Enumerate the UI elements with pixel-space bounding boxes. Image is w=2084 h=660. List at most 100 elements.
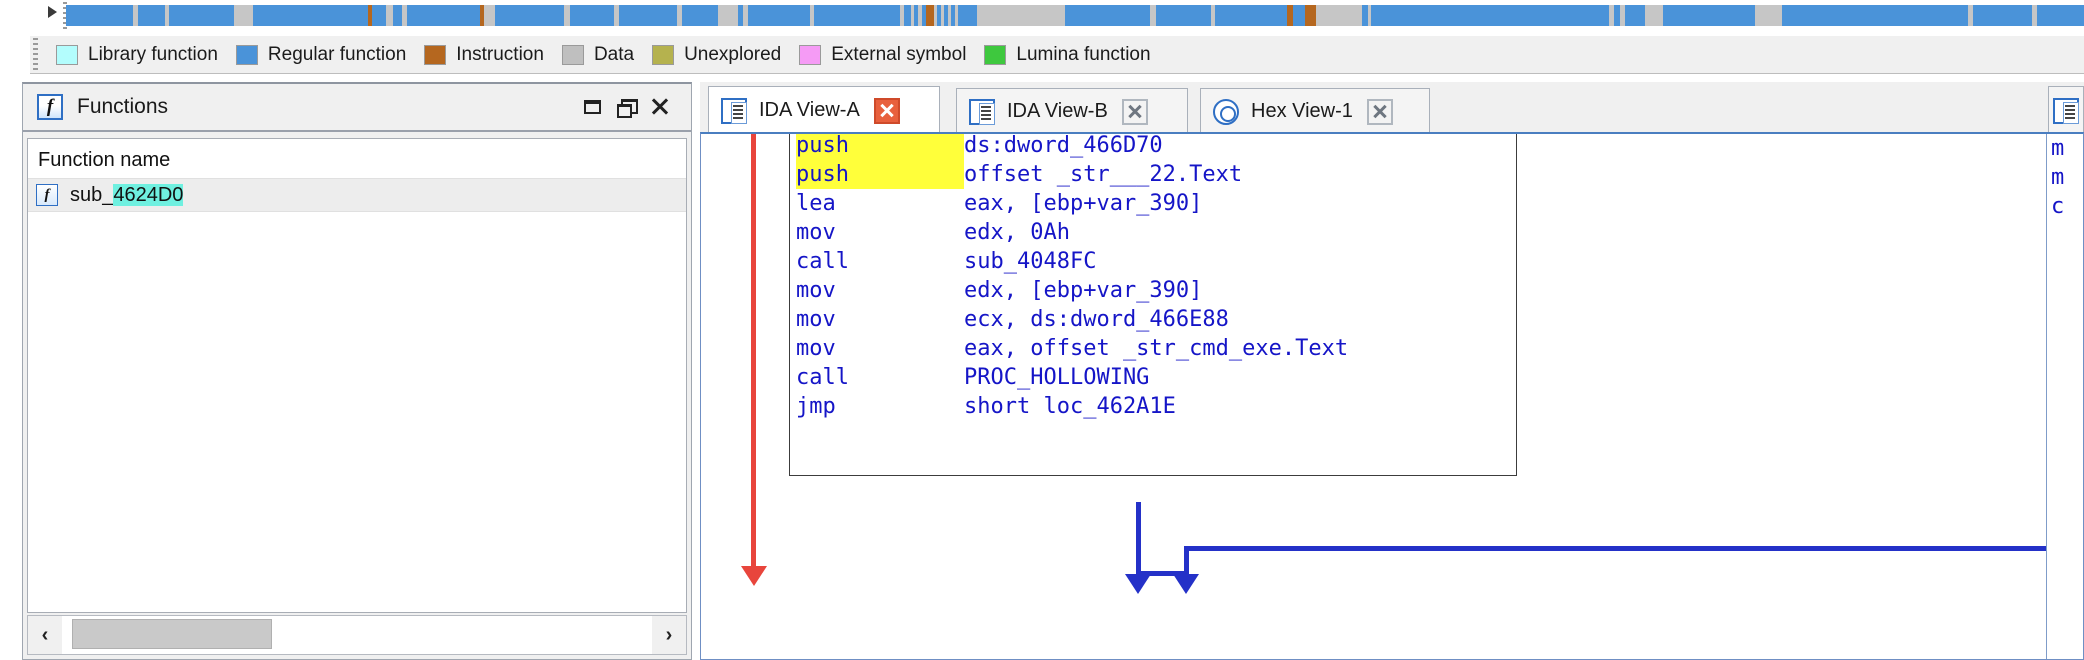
function-f-icon: f [36,184,58,206]
navband-segment[interactable] [747,5,811,26]
function-list-row[interactable]: f sub_4624D0 [28,178,686,212]
navband-segment[interactable] [1292,5,1306,26]
code-line[interactable]: mov edx, 0Ah [796,218,1516,247]
instruction-operand[interactable]: sub_4048FC [964,247,1096,276]
navband-segment[interactable] [406,5,481,26]
code-line[interactable]: call sub_4048FC [796,247,1516,276]
navband-segment[interactable] [958,5,978,26]
hex-view-icon [1213,98,1239,125]
navband-segment[interactable] [1155,5,1211,26]
navband-segment[interactable] [1662,5,1756,26]
code-line[interactable]: call PROC_HOLLOWING [796,363,1516,392]
scrollbar-track[interactable] [62,616,652,654]
navband-segment[interactable] [681,5,718,26]
navband-segment[interactable] [1755,5,1782,26]
tab-hex-view-1[interactable]: Hex View-1 [1200,88,1430,134]
navband-segment[interactable] [2037,5,2084,26]
instruction-operand[interactable]: PROC_HOLLOWING [964,363,1149,392]
disassembly-block[interactable]: push ds:dword_466D70 push offset _str___22.… [789,134,1517,476]
play-triangle-icon[interactable] [48,6,57,18]
navband-segment[interactable] [66,5,134,26]
instruction-mnemonic[interactable]: push [796,160,964,189]
code-line[interactable]: lea eax, [ebp+var_390] [796,189,1516,218]
scroll-right-arrow-icon[interactable]: › [652,616,686,654]
navband-segment[interactable] [168,5,235,26]
close-tab-icon[interactable] [873,97,900,124]
navband-segment[interactable] [234,5,254,26]
legend-item-regular-function: Regular function [235,44,406,66]
instruction-mnemonic[interactable]: call [796,363,964,392]
close-tab-icon[interactable] [1366,98,1393,125]
navband-segment[interactable] [814,5,901,26]
instruction-mnemonic[interactable]: mov [796,334,964,363]
scroll-left-arrow-icon[interactable]: ‹ [28,616,62,654]
instruction-mnemonic[interactable]: call [796,247,964,276]
navband-segment[interactable] [1371,5,1610,26]
navband-segment[interactable] [253,5,368,26]
navigation-band[interactable] [0,0,2084,32]
undock-button[interactable] [609,90,643,124]
legend-item-library-function: Library function [56,44,218,66]
navband-segment[interactable] [977,5,1065,26]
functions-panel-window-buttons [575,90,677,124]
navband-segment[interactable] [1064,5,1150,26]
instruction-operand[interactable]: short loc_462A1E [964,392,1176,421]
navband-segment[interactable] [1215,5,1288,26]
navband-segment[interactable] [1305,5,1317,26]
functions-panel-titlebar: f Functions [23,84,691,132]
functions-horizontal-scrollbar[interactable]: ‹ › [27,615,687,655]
legend-swatch [652,44,675,65]
navband-segment[interactable] [569,5,614,26]
scrollbar-thumb[interactable] [72,619,272,649]
legend-label: Lumina function [1016,43,1151,65]
code-line[interactable]: mov edx, [ebp+var_390] [796,276,1516,305]
instruction-mnemonic[interactable]: mov [796,218,964,247]
legend-label: External symbol [831,43,967,65]
close-button[interactable] [643,90,677,124]
navband-segment[interactable] [392,5,403,26]
code-line[interactable]: jmp short loc_462A1E [796,392,1516,421]
tab-ida-view-b[interactable]: IDA View-B [956,88,1188,134]
navband-segment[interactable] [926,5,935,26]
navband-segment[interactable] [1625,5,1646,26]
legend-swatch [799,44,822,65]
graph-view[interactable]: push ds:dword_466D70 push offset _str___22.… [700,132,2084,660]
restore-button[interactable] [575,90,609,124]
instruction-operand[interactable]: eax, offset _str_cmd_exe.Text [964,334,1348,363]
instruction-operand[interactable]: ecx, ds:dword_466E88 [964,305,1229,334]
adjacent-view-code-line: m [2051,165,2065,190]
function-f-icon: f [37,94,63,120]
navband-segment[interactable] [717,5,739,26]
adjacent-view-code-line: c [2051,194,2065,219]
navband-segment[interactable] [1645,5,1663,26]
instruction-mnemonic[interactable]: lea [796,189,964,218]
code-line[interactable]: mov ecx, ds:dword_466E88 [796,305,1516,334]
instruction-mnemonic[interactable]: mov [796,305,964,334]
navband-segment[interactable] [138,5,165,26]
tab-ida-view-a[interactable]: IDA View-A [708,86,940,134]
navband-segment[interactable] [619,5,678,26]
instruction-mnemonic[interactable]: mov [796,276,964,305]
navband-segment[interactable] [372,5,387,26]
view-tab-bar: IDA View-A IDA View-B Hex View-1 [700,82,2084,134]
instruction-mnemonic[interactable]: jmp [796,392,964,421]
navband-segment[interactable] [1316,5,1362,26]
instruction-operand[interactable]: edx, 0Ah [964,218,1070,247]
code-line[interactable]: push offset _str___22.Text [796,160,1516,189]
functions-list[interactable]: Function name f sub_4624D0 [27,138,687,613]
navband-segment[interactable] [495,5,565,26]
navband-segments[interactable] [66,4,2084,26]
tab-partial-fourth[interactable] [2048,86,2084,134]
instruction-operand[interactable]: eax, [ebp+var_390] [964,189,1202,218]
navband-segment[interactable] [1781,5,1969,26]
instruction-operand[interactable]: edx, [ebp+var_390] [964,276,1202,305]
navband-segment[interactable] [484,5,496,26]
close-tab-icon[interactable] [1121,98,1148,125]
adjacent-view-sliver[interactable]: mmc [2046,134,2083,659]
tab-label: IDA View-B [1007,100,1108,122]
instruction-operand[interactable]: offset _str___22.Text [964,160,1242,189]
column-header-function-name[interactable]: Function name [28,139,686,178]
code-line[interactable]: mov eax, offset _str_cmd_exe.Text [796,334,1516,363]
navband-segment[interactable] [1972,5,2033,26]
code-listing[interactable]: push ds:dword_466D70 push offset _str___22.… [790,134,1516,421]
